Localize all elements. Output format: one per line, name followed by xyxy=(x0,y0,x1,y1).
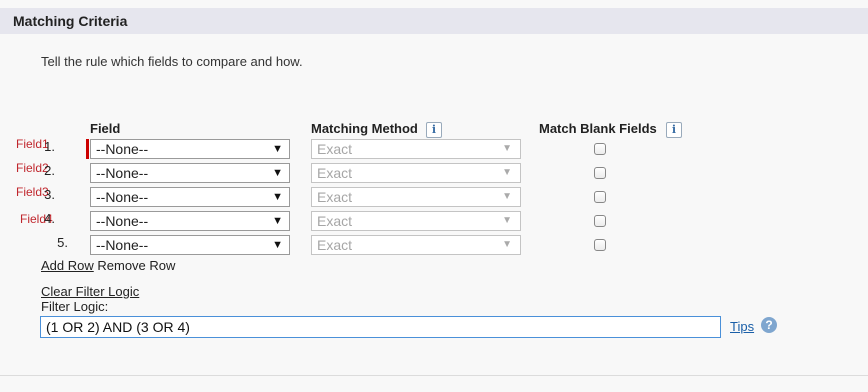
dropdown-arrow-icon: ▼ xyxy=(272,167,283,179)
dropdown-arrow-icon: ▼ xyxy=(502,215,512,226)
dropdown-arrow-icon: ▼ xyxy=(502,167,512,178)
method-select-5[interactable]: Exact ▼ xyxy=(311,235,521,255)
match-blank-column-header: Match Blank Fields xyxy=(539,121,657,136)
help-icon[interactable]: ? xyxy=(761,317,777,333)
matching-method-column-header: Matching Method xyxy=(311,121,418,136)
row-number: 2. xyxy=(44,163,55,178)
dropdown-arrow-icon: ▼ xyxy=(272,143,283,155)
remove-row-link[interactable]: Remove Row xyxy=(97,258,175,273)
match-blank-checkbox-4[interactable] xyxy=(594,215,606,227)
field-select-4[interactable]: --None-- ▼ xyxy=(90,211,290,231)
method-select-1[interactable]: Exact ▼ xyxy=(311,139,521,159)
add-row-link[interactable]: Add Row xyxy=(41,258,94,273)
match-blank-checkbox-5[interactable] xyxy=(594,239,606,251)
field-select-value: --None-- xyxy=(96,237,149,253)
match-blank-checkbox-1[interactable] xyxy=(594,143,606,155)
dropdown-arrow-icon: ▼ xyxy=(272,239,283,251)
field-select-3[interactable]: --None-- ▼ xyxy=(90,187,290,207)
method-select-value: Exact xyxy=(317,213,353,229)
method-select-3[interactable]: Exact ▼ xyxy=(311,187,521,207)
section-divider xyxy=(0,375,868,376)
field-select-5[interactable]: --None-- ▼ xyxy=(90,235,290,255)
method-select-4[interactable]: Exact ▼ xyxy=(311,211,521,231)
dropdown-arrow-icon: ▼ xyxy=(502,191,512,202)
filter-logic-input[interactable]: (1 OR 2) AND (3 OR 4) xyxy=(40,316,721,338)
dropdown-arrow-icon: ▼ xyxy=(272,191,283,203)
field-column-header: Field xyxy=(90,121,121,136)
method-select-value: Exact xyxy=(317,141,353,157)
method-select-value: Exact xyxy=(317,165,353,181)
dropdown-arrow-icon: ▼ xyxy=(502,143,512,154)
method-select-value: Exact xyxy=(317,189,353,205)
field-select-value: --None-- xyxy=(96,141,149,157)
match-blank-checkbox-2[interactable] xyxy=(594,167,606,179)
clear-filter-logic-link[interactable]: Clear Filter Logic xyxy=(41,284,139,299)
field-select-value: --None-- xyxy=(96,165,149,181)
dropdown-arrow-icon: ▼ xyxy=(502,239,512,250)
row-number: 3. xyxy=(44,187,55,202)
row-number: 5. xyxy=(57,235,68,250)
field-select-value: --None-- xyxy=(96,213,149,229)
row-number: 4. xyxy=(44,211,55,226)
dropdown-arrow-icon: ▼ xyxy=(272,215,283,227)
row-number: 1. xyxy=(44,139,55,154)
section-title: Matching Criteria xyxy=(13,13,128,29)
section-header: Matching Criteria xyxy=(0,8,868,34)
matching-method-info-icon[interactable]: i xyxy=(426,122,442,138)
field-select-value: --None-- xyxy=(96,189,149,205)
match-blank-info-icon[interactable]: i xyxy=(666,122,682,138)
filter-logic-label: Filter Logic: xyxy=(41,299,109,314)
row-actions: Add Row Remove Row xyxy=(41,258,175,273)
field-select-1[interactable]: --None-- ▼ xyxy=(90,139,290,159)
field-select-2[interactable]: --None-- ▼ xyxy=(90,163,290,183)
method-select-value: Exact xyxy=(317,237,353,253)
section-description: Tell the rule which fields to compare an… xyxy=(41,54,303,69)
method-select-2[interactable]: Exact ▼ xyxy=(311,163,521,183)
required-indicator xyxy=(86,139,89,159)
tips-link[interactable]: Tips xyxy=(730,319,754,334)
match-blank-checkbox-3[interactable] xyxy=(594,191,606,203)
